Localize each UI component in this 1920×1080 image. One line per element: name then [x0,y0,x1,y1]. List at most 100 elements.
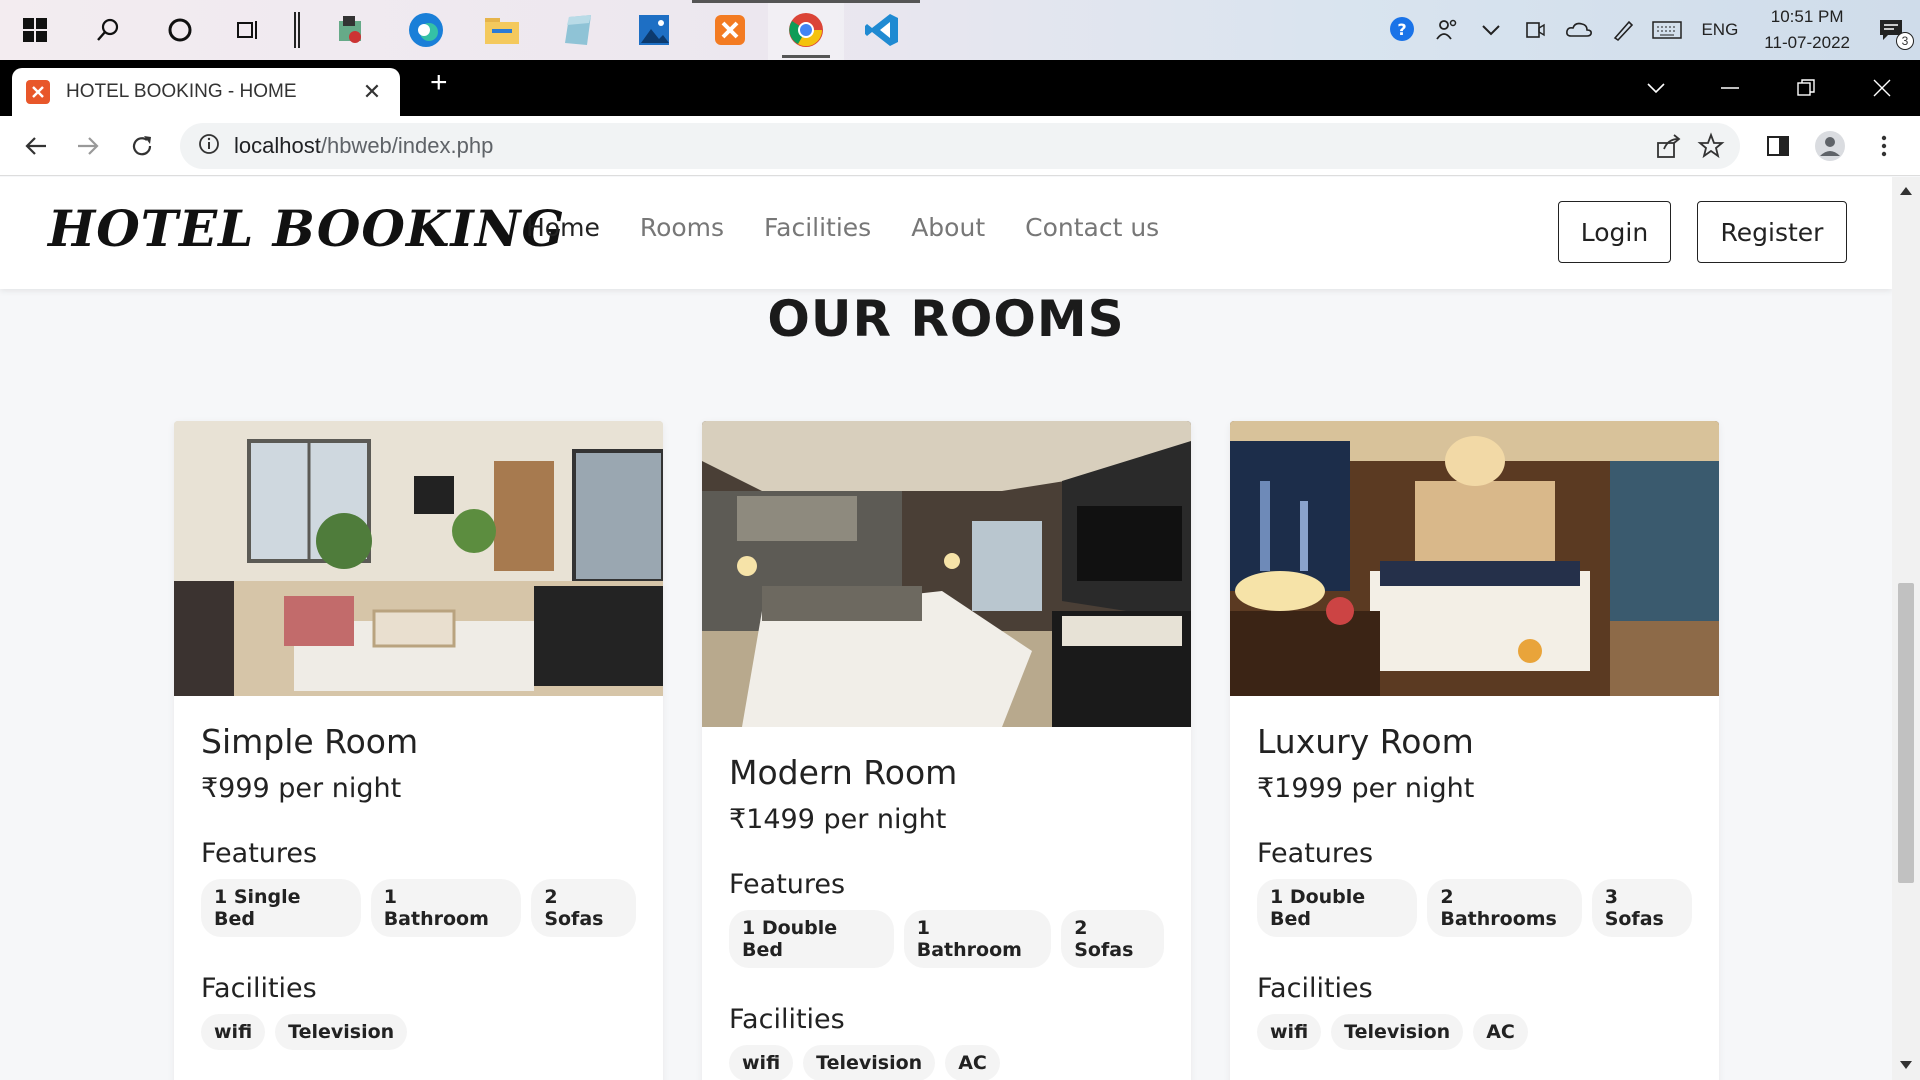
site-brand-logo[interactable]: HOTEL BOOKING [48,199,565,258]
system-tray: ? ENG 10:51 PM 11-07-2022 3 [1381,0,1920,60]
facilities-list: wifi Television AC [729,1045,1164,1080]
nav-link-facilities[interactable]: Facilities [764,213,871,242]
facility-badge: Television [1331,1014,1464,1050]
feature-badge: 2 Sofas [1061,910,1164,968]
share-icon[interactable] [1654,131,1684,165]
svg-text:?: ? [1398,20,1407,39]
task-view-icon[interactable] [214,0,282,60]
login-button[interactable]: Login [1558,201,1671,263]
chrome-icon[interactable] [768,0,844,60]
restore-button[interactable] [1768,60,1844,116]
notification-icon[interactable]: 3 [1864,0,1920,60]
clock[interactable]: 10:51 PM 11-07-2022 [1750,4,1864,56]
people-icon[interactable] [1425,0,1469,60]
facility-badge: wifi [201,1014,266,1050]
bookmark-star-icon[interactable] [1696,131,1726,165]
notepad-icon[interactable] [540,0,616,60]
facilities-heading: Facilities [729,1004,845,1035]
tab-title: HOTEL BOOKING - HOME [66,81,297,102]
room-card-luxury: Luxury Room ₹1999 per night Features 1 D… [1230,421,1719,1080]
features-heading: Features [729,869,846,900]
room-image-modern [702,421,1191,727]
back-arrow-icon[interactable] [18,128,54,164]
close-tab-icon[interactable]: ✕ [358,80,386,105]
features-list: 1 Double Bed 1 Bathroom 2 Sofas [729,910,1164,968]
feature-badge: 1 Double Bed [1257,879,1418,937]
feature-badge: 1 Bathroom [370,879,522,937]
side-panel-icon[interactable] [1760,128,1796,164]
file-explorer-icon[interactable] [464,0,540,60]
room-card-simple: Simple Room ₹999 per night Features 1 Si… [174,421,663,1080]
room-card-modern: Modern Room ₹1499 per night Features 1 D… [702,421,1191,1080]
facilities-list: wifi Television [201,1014,636,1050]
feature-badge: 1 Double Bed [729,910,894,968]
feature-badge: 2 Sofas [531,879,637,937]
url-text: localhost/hbweb/index.php [234,133,493,159]
pen-icon[interactable] [1601,0,1645,60]
close-window-button[interactable] [1844,60,1920,116]
windows-start-icon[interactable] [0,0,70,60]
room-name: Modern Room [729,753,958,792]
windows-taskbar: ? ENG 10:51 PM 11-07-2022 3 [0,0,1920,60]
room-price: ₹1499 per night [729,804,947,835]
features-heading: Features [1257,838,1374,869]
room-name: Simple Room [201,722,419,761]
xampp-favicon-icon [26,80,50,104]
clock-time: 10:51 PM [1770,7,1844,26]
address-bar[interactable]: localhost/hbweb/index.php [180,123,1740,169]
keyboard-icon[interactable] [1645,0,1689,60]
site-info-icon[interactable] [198,133,220,159]
meet-now-icon[interactable] [1513,0,1557,60]
forward-arrow-icon[interactable] [70,128,106,164]
room-image-luxury [1230,421,1719,696]
room-price: ₹1999 per night [1257,773,1475,804]
cortana-icon[interactable] [146,0,214,60]
features-list: 1 Double Bed 2 Bathrooms 3 Sofas [1257,879,1692,937]
minimize-button[interactable] [1692,60,1768,116]
feature-badge: 1 Bathroom [903,910,1052,968]
notification-count: 3 [1896,32,1914,50]
browser-tab[interactable]: HOTEL BOOKING - HOME ✕ [12,68,400,116]
xampp-icon[interactable] [692,0,768,60]
nav-link-about[interactable]: About [911,213,985,242]
chevron-up-icon[interactable] [1469,0,1513,60]
language-indicator[interactable]: ENG [1689,20,1750,40]
app-icon-utility[interactable] [312,0,388,60]
facilities-list: wifi Television AC [1257,1014,1692,1050]
profile-avatar-icon[interactable] [1812,128,1848,164]
scrollbar-thumb[interactable] [1898,583,1914,883]
features-heading: Features [201,838,318,869]
tab-search-chevron-icon[interactable] [1618,60,1694,116]
facility-badge: wifi [1257,1014,1322,1050]
page-scrollbar[interactable] [1892,177,1920,1080]
facilities-heading: Facilities [1257,973,1373,1004]
site-navbar: HOTEL BOOKING Home Rooms Facilities Abou… [0,177,1892,289]
search-icon[interactable] [70,0,146,60]
facility-badge: AC [1473,1014,1528,1050]
scroll-down-arrow-icon[interactable] [1898,1057,1914,1073]
features-list: 1 Single Bed 1 Bathroom 2 Sofas [201,879,637,937]
room-name: Luxury Room [1257,722,1474,761]
menu-kebab-icon[interactable] [1866,128,1902,164]
edge-browser-icon[interactable] [388,0,464,60]
onedrive-icon[interactable] [1557,0,1601,60]
facility-badge: AC [945,1045,1000,1080]
register-button[interactable]: Register [1697,201,1847,263]
photos-icon[interactable] [616,0,692,60]
feature-badge: 2 Bathrooms [1427,879,1582,937]
url-host: localhost [234,133,321,158]
help-icon[interactable]: ? [1381,0,1425,60]
vscode-icon[interactable] [844,0,920,60]
section-title: OUR ROOMS [767,290,1125,348]
nav-link-contact[interactable]: Contact us [1025,213,1159,242]
nav-link-home[interactable]: Home [526,213,600,242]
facility-badge: Television [803,1045,936,1080]
facility-badge: Television [275,1014,408,1050]
facilities-heading: Facilities [201,973,317,1004]
clock-date: 11-07-2022 [1764,33,1850,52]
main-nav: Home Rooms Facilities About Contact us [526,213,1159,242]
scroll-up-arrow-icon[interactable] [1898,183,1914,199]
nav-link-rooms[interactable]: Rooms [640,213,724,242]
reload-icon[interactable] [124,128,160,164]
new-tab-button[interactable]: + [430,66,448,100]
